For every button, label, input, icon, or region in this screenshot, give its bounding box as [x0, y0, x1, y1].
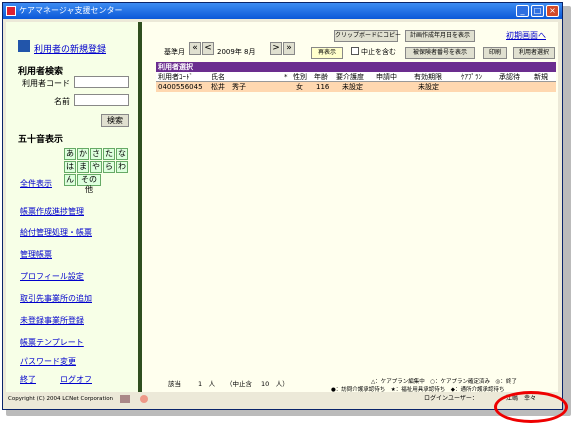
kana-button[interactable]: あ — [64, 148, 76, 160]
copyright-text: Copyright (C) 2004 LCNet Corporation — [8, 396, 114, 402]
cell-care-level: 未設定 — [342, 83, 363, 91]
name-input[interactable] — [74, 94, 129, 106]
column-header: 氏名 — [211, 73, 225, 81]
highlight-oval — [494, 391, 568, 423]
last-month-button[interactable]: » — [283, 42, 295, 55]
nav-link[interactable]: 帳票作成進捗管理 — [20, 206, 84, 217]
kana-button[interactable]: な — [116, 148, 128, 160]
column-header: 年齢 — [314, 73, 328, 81]
code-input[interactable] — [74, 76, 129, 88]
include-stop-checkbox[interactable] — [351, 47, 359, 55]
nav-link[interactable]: 未登録事業所登録 — [20, 315, 84, 326]
kana-other-button[interactable]: その他 — [77, 174, 101, 194]
first-month-button[interactable]: « — [189, 42, 201, 55]
column-header: 要介護度 — [336, 73, 364, 81]
title-bar: ケアマネージャ支援センター _ □ × — [3, 3, 562, 19]
name-label: 名前 — [54, 97, 70, 106]
nav-link[interactable]: 取引先事業所の追加 — [20, 293, 92, 304]
column-header: 新規 — [534, 73, 548, 81]
kana-button[interactable]: ら — [103, 161, 115, 173]
cell-age: 116 — [316, 83, 330, 91]
status-count: 1 人 — [198, 380, 216, 388]
nav-link[interactable]: プロフィール設定 — [20, 271, 84, 282]
column-header: 利用者ｺｰﾄﾞ — [158, 73, 193, 81]
kana-button[interactable]: や — [90, 161, 102, 173]
register-icon[interactable] — [18, 40, 30, 52]
nav-link[interactable]: 帳票テンプレート — [20, 337, 84, 348]
status-stop-label: （中止含 — [226, 380, 252, 388]
minimize-button[interactable]: _ — [516, 5, 529, 17]
insured-number-button[interactable]: 被保険者番号を表示 — [405, 47, 475, 59]
client-area: 利用者の新規登録 利用者検索 利用者コード 名前 検索 五十音表示 あ か さ … — [6, 22, 558, 406]
select-user-button[interactable]: 利用者選択 — [513, 47, 555, 59]
pen-icon — [120, 395, 130, 403]
column-header: 有効期限 — [414, 73, 442, 81]
initial-screen-link[interactable]: 初期画面へ — [506, 30, 546, 41]
prev-month-button[interactable]: < — [202, 42, 214, 55]
next-month-button[interactable]: > — [270, 42, 282, 55]
show-all-link[interactable]: 全件表示 — [20, 178, 52, 189]
search-heading: 利用者検索 — [18, 67, 64, 77]
user-table: 利用者ｺｰﾄﾞ 氏名 * 性別 年齢 要介護度 申請中 有効期限 ｹｱﾌﾟﾗﾝ … — [156, 72, 556, 92]
status-stop-count: 10 人） — [261, 380, 289, 388]
cell-expiry: 未設定 — [418, 83, 439, 91]
legend-line-1: △：ケアプラン編集中 ○：ケアプラン確定済み ◎：終了 — [371, 379, 517, 385]
kana-row-2: は ま や ら わ — [64, 161, 128, 173]
footer-bar: Copyright (C) 2004 LCNet Corporation ログイ… — [6, 392, 558, 406]
login-user-label: ログインユーザー： — [424, 395, 478, 402]
close-button[interactable]: × — [546, 5, 559, 17]
logoff-link[interactable]: ログオフ — [60, 374, 92, 385]
kana-heading: 五十音表示 — [18, 135, 64, 145]
cell-user-code: 0400556045 — [158, 83, 203, 91]
kana-button[interactable]: た — [103, 148, 115, 160]
table-title: 利用者選択 — [156, 62, 556, 72]
base-month-label: 基準月 — [164, 48, 185, 56]
kana-button[interactable]: は — [64, 161, 76, 173]
column-header: 性別 — [293, 73, 307, 81]
cell-name: 松井 秀子 — [211, 83, 246, 91]
kana-button[interactable]: ま — [77, 161, 89, 173]
column-header: ｹｱﾌﾟﾗﾝ — [461, 73, 482, 81]
nav-link[interactable]: パスワード変更 — [20, 356, 76, 367]
kana-button[interactable]: ん — [64, 174, 76, 186]
status-icon — [140, 395, 148, 403]
column-header: * — [284, 73, 288, 81]
plan-date-button[interactable]: 計画作成年月日を表示 — [405, 30, 475, 42]
kana-button[interactable]: さ — [90, 148, 102, 160]
cell-gender: 女 — [296, 83, 303, 91]
redisplay-button[interactable]: 再表示 — [311, 47, 343, 59]
table-header: 利用者ｺｰﾄﾞ 氏名 * 性別 年齢 要介護度 申請中 有効期限 ｹｱﾌﾟﾗﾝ … — [156, 72, 556, 82]
column-header: 申請中 — [376, 73, 397, 81]
window-title: ケアマネージャ支援センター — [19, 6, 123, 15]
year-month-display: 2009年 8月 — [217, 48, 256, 56]
kana-row-1: あ か さ た な — [64, 148, 128, 160]
search-button[interactable]: 検索 — [101, 114, 129, 127]
nav-link[interactable]: 管理帳票 — [20, 249, 52, 260]
main-panel: クリップボードにコピー 計画作成年月日を表示 初期画面へ 基準月 « < 200… — [151, 22, 558, 393]
column-header: 承認待 — [499, 73, 520, 81]
kana-button[interactable]: わ — [116, 161, 128, 173]
sidebar: 利用者の新規登録 利用者検索 利用者コード 名前 検索 五十音表示 あ か さ … — [6, 22, 142, 392]
table-row[interactable]: 0400556045 松井 秀子 女 116 未設定 未設定 — [156, 82, 556, 92]
nav-link[interactable]: 給付管理処理・帳票 — [20, 227, 92, 238]
print-button[interactable]: 印刷 — [483, 47, 507, 59]
app-window: ケアマネージャ支援センター _ □ × 利用者の新規登録 利用者検索 利用者コー… — [2, 2, 563, 410]
maximize-button[interactable]: □ — [531, 5, 544, 17]
clipboard-button[interactable]: クリップボードにコピー — [334, 30, 401, 42]
app-icon — [6, 6, 16, 16]
kana-row-3: ん その他 — [64, 174, 101, 194]
kana-button[interactable]: か — [77, 148, 89, 160]
code-label: 利用者コード — [22, 79, 70, 88]
register-link[interactable]: 利用者の新規登録 — [34, 42, 106, 55]
status-label: 該当 — [168, 380, 181, 388]
include-stop-label: 中止を含む — [361, 48, 396, 56]
exit-link[interactable]: 終了 — [20, 374, 36, 385]
